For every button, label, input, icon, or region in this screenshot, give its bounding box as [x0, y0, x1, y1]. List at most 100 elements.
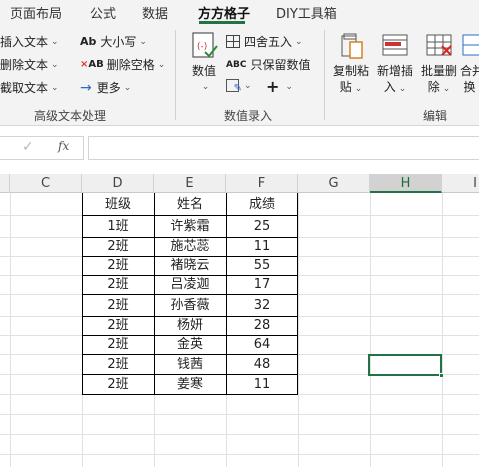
new-insert-button[interactable]: 新增插 入 ⌄ [375, 30, 415, 97]
chevron-down-icon: ⌄ [354, 84, 363, 94]
header-name[interactable]: 姓名 [154, 194, 226, 215]
table-cell[interactable]: 11 [226, 375, 298, 394]
table-cell[interactable]: 64 [226, 336, 298, 354]
delete-text-button[interactable]: 删除文本 ⌄ [0, 56, 59, 73]
abc-icon: ABC [226, 59, 247, 70]
table-cell[interactable]: 48 [226, 355, 298, 374]
merge-button[interactable]: 合并 换 [460, 30, 479, 95]
new-insert-label-2-wrap: 入 ⌄ [375, 79, 415, 97]
chevron-down-icon: ⌄ [123, 82, 132, 93]
grid-line [0, 414, 479, 415]
column-header-f[interactable]: F [226, 174, 298, 193]
number-icon: (-) [192, 32, 218, 58]
copy-paste-button[interactable]: 复制粘 贴 ⌄ [331, 30, 371, 97]
merge-label-2: 换 [463, 80, 476, 94]
grid-line [370, 193, 371, 467]
clipboard-icon [341, 33, 363, 59]
table-cell[interactable]: 2班 [82, 355, 154, 374]
chevron-down-icon: ⌄ [201, 82, 210, 92]
insert-function-button[interactable]: fx [58, 139, 69, 153]
table-cell[interactable]: 2班 [82, 336, 154, 354]
more-button[interactable]: → 更多 ⌄ [80, 79, 131, 96]
table-cell[interactable]: 吕凌迦 [154, 276, 226, 294]
copy-paste-label-2-wrap: 贴 ⌄ [331, 79, 371, 97]
table-cell[interactable]: 11 [226, 238, 298, 256]
active-cell-selection[interactable] [368, 354, 442, 376]
grid-line [0, 434, 479, 435]
table-cell[interactable]: 2班 [82, 375, 154, 394]
table-cell[interactable]: 2班 [82, 317, 154, 335]
batch-delete-button[interactable]: 批量删 除 ⌄ [419, 30, 459, 97]
column-header-row: C D E F G H I [0, 174, 479, 193]
table-cell[interactable]: 杨妍 [154, 317, 226, 335]
table-cell[interactable]: 55 [226, 257, 298, 275]
new-insert-label-2: 入 [383, 80, 396, 94]
number-button[interactable]: (-) 数值 ⌄ [184, 30, 224, 95]
case-label: 大小写 [100, 35, 137, 49]
grid-line [10, 193, 11, 467]
table-border [82, 374, 298, 375]
table-cell[interactable]: 姜寒 [154, 375, 226, 394]
chevron-down-icon: ⌄ [51, 82, 59, 93]
table-border [82, 275, 298, 276]
table-cell[interactable]: 28 [226, 317, 298, 335]
column-header-g[interactable]: G [298, 174, 370, 193]
round-button[interactable]: 四舍五入 ⌄ [226, 33, 303, 50]
table-cell[interactable]: 2班 [82, 257, 154, 275]
chevron-down-icon: ⌄ [285, 81, 293, 92]
table-cell[interactable]: 许紫霜 [154, 216, 226, 237]
cut-text-label: 截取文本 [0, 81, 49, 95]
table-cell[interactable]: 2班 [82, 276, 154, 294]
column-header-e[interactable]: E [154, 174, 226, 193]
table-cell[interactable]: 2班 [82, 238, 154, 256]
cell-edit-icon: ✎ [226, 79, 242, 94]
delete-grid-icon [426, 34, 452, 56]
table-cell[interactable]: 32 [226, 295, 298, 316]
keep-value-button[interactable]: ABC 只保留数值 [226, 56, 310, 73]
fill-handle[interactable] [439, 373, 444, 378]
spreadsheet-grid[interactable]: C D E F G H I 班级 姓名 成绩 1班 许紫霜 25 2班 施芯蕊 … [0, 174, 479, 467]
tab-fangfang-gezi[interactable]: 方方格子 [198, 3, 250, 22]
number-label: 数值 [191, 64, 216, 78]
formula-input[interactable] [88, 136, 479, 160]
plus-icon: + [266, 77, 280, 96]
cell-tool-button[interactable]: ✎ ⌄ [226, 79, 252, 94]
delete-text-label: 删除文本 [0, 58, 49, 72]
chevron-down-icon: ⌄ [51, 36, 59, 47]
column-header-i[interactable]: I [442, 174, 479, 193]
plus-button[interactable]: + ⌄ [266, 77, 293, 96]
column-header-c[interactable]: C [10, 174, 82, 193]
column-header-b[interactable] [0, 174, 10, 193]
formula-bar-controls [0, 136, 84, 160]
table-cell[interactable]: 1班 [82, 216, 154, 237]
table-cell[interactable]: 25 [226, 216, 298, 237]
batch-delete-label-2: 除 [427, 80, 440, 94]
chevron-down-icon: ⌄ [295, 36, 303, 47]
cut-text-button[interactable]: 截取文本 ⌄ [0, 79, 59, 96]
delete-space-label: 删除空格 [106, 58, 155, 72]
table-cell[interactable]: 褚晓云 [154, 257, 226, 275]
table-cell[interactable]: 施芯蕊 [154, 238, 226, 256]
tab-data[interactable]: 数据 [142, 3, 168, 22]
confirm-check-icon[interactable]: ✓ [22, 139, 34, 155]
number-group-label: 数值录入 [224, 109, 273, 123]
table-cell[interactable]: 金英 [154, 336, 226, 354]
table-cell[interactable]: 17 [226, 276, 298, 294]
column-header-d[interactable]: D [82, 174, 154, 193]
chevron-down-icon: ⌄ [442, 84, 451, 94]
header-score[interactable]: 成绩 [226, 194, 298, 215]
tab-diy-toolbox[interactable]: DIY工具箱 [276, 3, 337, 22]
table-cell[interactable]: 2班 [82, 295, 154, 316]
chevron-down-icon: ⌄ [139, 36, 147, 47]
delete-space-button[interactable]: ×AB 删除空格 ⌄ [80, 56, 165, 73]
case-button[interactable]: Ab 大小写 ⌄ [80, 33, 147, 50]
table-cell[interactable]: 孙香薇 [154, 295, 226, 316]
chevron-down-icon: ⌄ [398, 84, 407, 94]
tab-page-layout[interactable]: 页面布局 [10, 3, 62, 22]
column-header-h[interactable]: H [370, 174, 442, 193]
table-cell[interactable]: 钱茜 [154, 355, 226, 374]
insert-text-button[interactable]: 插入文本 ⌄ [0, 33, 59, 50]
tab-formulas[interactable]: 公式 [90, 3, 116, 22]
ribbon-tab-bar: 页面布局 公式 数据 方方格子 DIY工具箱 [0, 0, 479, 24]
header-class[interactable]: 班级 [82, 194, 154, 215]
